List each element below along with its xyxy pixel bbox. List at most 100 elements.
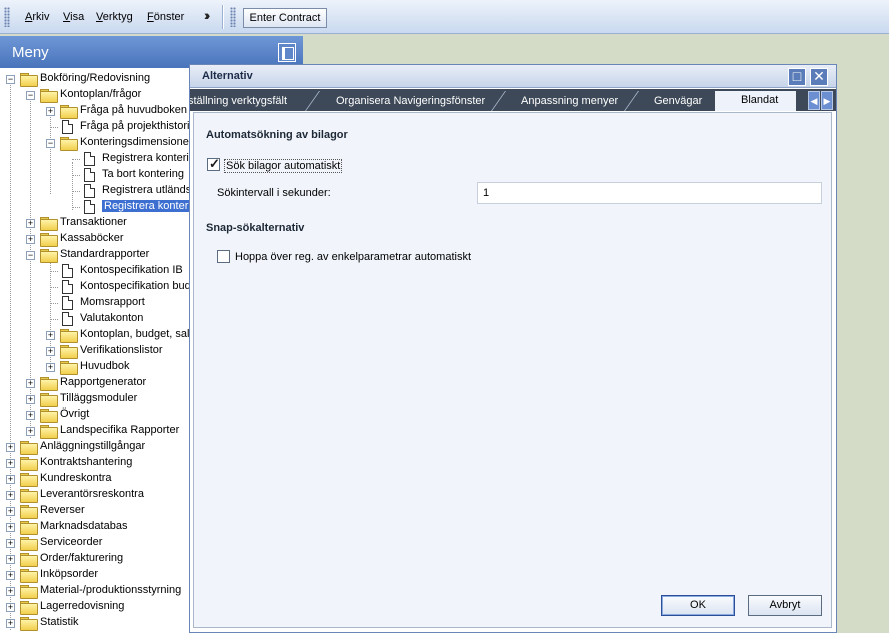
tree-item-label[interactable]: Fråga på projekthistorik <box>80 120 195 132</box>
tree-item-label[interactable]: Kontraktshantering <box>40 456 132 468</box>
tree-connector <box>50 319 58 320</box>
tab-anpassning-menyer[interactable]: Anpassning menyer <box>521 92 618 111</box>
tree-item-label[interactable]: Verifikationslistor <box>80 344 163 356</box>
tree-item-label[interactable]: Ta bort kontering <box>102 168 184 180</box>
tree-item-label[interactable]: Registrera kontering <box>102 152 201 164</box>
tree-item-label[interactable]: Material-/produktionsstyrning <box>40 584 181 596</box>
meny-title: Meny <box>12 44 49 61</box>
expand-icon[interactable]: + <box>26 411 35 420</box>
tab-divider <box>623 91 653 111</box>
expand-icon[interactable]: + <box>6 491 15 500</box>
expand-icon[interactable]: + <box>6 443 15 452</box>
tree-item-label[interactable]: Övrigt <box>60 408 89 420</box>
menu-visa[interactable]: Visa <box>63 11 84 23</box>
folder-icon <box>20 505 38 519</box>
toolbar-separator <box>222 5 224 29</box>
tree-item-label[interactable]: Reverser <box>40 504 85 516</box>
tree-item-label[interactable]: Standardrapporter <box>60 248 149 260</box>
sok-bilagor-label[interactable]: Sök bilagor automatiskt <box>224 159 343 173</box>
tab-navigeringsfonster[interactable]: Organisera Navigeringsfönster <box>336 92 485 111</box>
toolbar-grip-icon[interactable] <box>4 7 10 27</box>
folder-icon <box>40 249 58 263</box>
collapse-icon[interactable]: − <box>6 75 15 84</box>
menu-arkiv[interactable]: Arkiv <box>25 11 49 23</box>
tree-item-label[interactable]: Marknadsdatabas <box>40 520 127 532</box>
tab-divider <box>490 91 520 111</box>
expand-icon[interactable]: + <box>6 619 15 628</box>
expand-icon[interactable]: + <box>6 555 15 564</box>
expand-icon[interactable]: + <box>6 523 15 532</box>
tree-item-label[interactable]: Fråga på huvudboken <box>80 104 187 116</box>
tree-item-label[interactable]: Statistik <box>40 616 79 628</box>
expand-icon[interactable]: + <box>26 219 35 228</box>
tab-scroll-left-icon[interactable]: ◀ <box>808 91 820 110</box>
document-icon <box>62 312 73 326</box>
collapse-icon[interactable]: − <box>46 139 55 148</box>
tab-genvagar[interactable]: Genvägar <box>654 92 702 111</box>
tab-blandat[interactable]: Blandat <box>715 91 797 111</box>
tab-bar: ställning verktygsfält Organisera Navige… <box>190 89 836 111</box>
hoppa-over-checkbox[interactable] <box>217 250 230 263</box>
tree-item-label[interactable]: Kontospecifikation IB <box>80 264 183 276</box>
menu-fonster[interactable]: Fönster <box>147 11 184 23</box>
expand-icon[interactable]: + <box>46 107 55 116</box>
tree-item-label[interactable]: Landspecifika Rapporter <box>60 424 179 436</box>
tree-item-label[interactable]: Serviceorder <box>40 536 102 548</box>
sokintervall-input[interactable]: 1 <box>477 182 822 204</box>
folder-icon <box>40 377 58 391</box>
toolbar-grip-icon[interactable] <box>230 7 236 27</box>
sok-bilagor-checkbox[interactable]: ✓ <box>207 156 220 171</box>
folder-icon <box>20 457 38 471</box>
expand-icon[interactable]: + <box>46 331 55 340</box>
tree-item-label[interactable]: Momsrapport <box>80 296 145 308</box>
section-heading-bilagor: Automatsökning av bilagor <box>206 129 348 141</box>
tree-item-label[interactable]: Anläggningstillgångar <box>40 440 145 452</box>
tree-item-label[interactable]: Kontospecifikation budget <box>80 280 206 292</box>
tree-item-label[interactable]: Kassaböcker <box>60 232 124 244</box>
expand-icon[interactable]: + <box>26 235 35 244</box>
tree-item-label[interactable]: Kontoplan/frågor <box>60 88 141 100</box>
folder-icon <box>20 585 38 599</box>
close-icon[interactable]: ✕ <box>810 68 828 86</box>
tree-item-label[interactable]: Valutakonton <box>80 312 143 324</box>
menu-verktyg[interactable]: Verktyg <box>96 11 133 23</box>
expand-icon[interactable]: + <box>6 459 15 468</box>
expand-icon[interactable]: + <box>6 603 15 612</box>
maximize-icon[interactable]: □ <box>788 68 806 86</box>
tree-item-label[interactable]: Rapportgenerator <box>60 376 146 388</box>
expand-icon[interactable]: + <box>26 427 35 436</box>
expand-icon[interactable]: + <box>6 539 15 548</box>
folder-icon <box>60 329 78 343</box>
expand-icon[interactable]: + <box>6 587 15 596</box>
tree-item-label[interactable]: Transaktioner <box>60 216 127 228</box>
ok-button[interactable]: OK <box>661 595 735 616</box>
expand-icon[interactable]: + <box>6 571 15 580</box>
collapse-icon[interactable]: − <box>26 91 35 100</box>
collapse-icon[interactable]: − <box>26 251 35 260</box>
expand-icon[interactable]: + <box>6 507 15 516</box>
expand-icon[interactable]: + <box>26 395 35 404</box>
tree-item-label[interactable]: Leverantörsreskontra <box>40 488 144 500</box>
tree-item-label[interactable]: Huvudbok <box>80 360 130 372</box>
tree-connector <box>72 191 80 192</box>
tree-item-label[interactable]: Bokföring/Redovisning <box>40 72 150 84</box>
expand-icon[interactable]: + <box>26 379 35 388</box>
tab-scroll-right-icon[interactable]: ▶ <box>821 91 833 110</box>
panel-toggle-icon[interactable] <box>278 43 296 62</box>
toolbar-overflow-icon[interactable]: ›› <box>204 7 211 23</box>
tree-item-label[interactable]: Tilläggsmoduler <box>60 392 137 404</box>
hoppa-over-label[interactable]: Hoppa över reg. av enkelparametrar autom… <box>235 251 471 263</box>
expand-icon[interactable]: + <box>6 475 15 484</box>
tree-item-label[interactable]: Konteringsdimensioner <box>80 136 193 148</box>
tree-item-label[interactable]: Lagerredovisning <box>40 600 124 612</box>
avbryt-button[interactable]: Avbryt <box>748 595 822 616</box>
tab-verktygsfalt[interactable]: ställning verktygsfält <box>190 92 287 111</box>
tree-item-label[interactable]: Registrera utländsk <box>102 184 197 196</box>
tree-item-label[interactable]: Order/fakturering <box>40 552 123 564</box>
enter-contract-button[interactable]: Enter Contract <box>243 8 327 28</box>
expand-icon[interactable]: + <box>46 347 55 356</box>
tree-item-label[interactable]: Inköpsorder <box>40 568 98 580</box>
expand-icon[interactable]: + <box>46 363 55 372</box>
tree-item-label[interactable]: Kundreskontra <box>40 472 112 484</box>
folder-icon <box>20 601 38 615</box>
